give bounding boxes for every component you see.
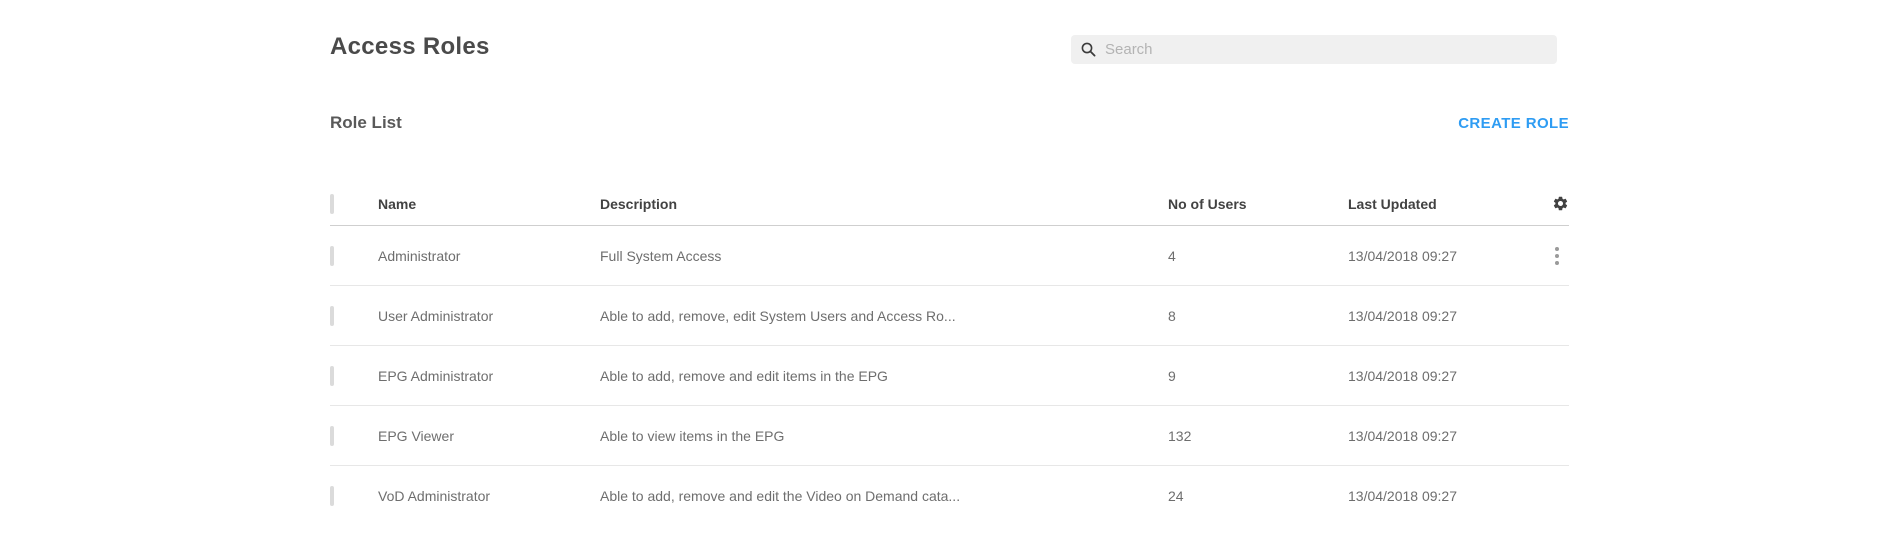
section-header: Role List CREATE ROLE <box>330 113 1569 133</box>
role-last-updated: 13/04/2018 09:27 <box>1348 428 1530 444</box>
kebab-menu-icon[interactable] <box>1549 243 1565 269</box>
table-row: EPG Viewer Able to view items in the EPG… <box>330 406 1569 466</box>
row-checkbox[interactable] <box>330 486 334 506</box>
column-settings-button[interactable] <box>1552 195 1569 212</box>
role-description: Able to add, remove, edit System Users a… <box>600 308 1168 324</box>
role-description: Full System Access <box>600 248 1168 264</box>
table-header-row: Name Description No of Users Last Update… <box>330 182 1569 226</box>
gear-icon <box>1552 195 1569 212</box>
table-row: VoD Administrator Able to add, remove an… <box>330 466 1569 526</box>
role-name: VoD Administrator <box>378 488 600 504</box>
role-name: EPG Administrator <box>378 368 600 384</box>
row-checkbox[interactable] <box>330 246 334 266</box>
table-row: User Administrator Able to add, remove, … <box>330 286 1569 346</box>
row-checkbox[interactable] <box>330 426 334 446</box>
search-box[interactable] <box>1071 35 1557 64</box>
role-description: Able to add, remove and edit items in th… <box>600 368 1168 384</box>
table-row: EPG Administrator Able to add, remove an… <box>330 346 1569 406</box>
create-role-button[interactable]: CREATE ROLE <box>1458 115 1569 132</box>
role-user-count: 24 <box>1168 488 1348 504</box>
page-title: Access Roles <box>330 33 490 61</box>
role-name: Administrator <box>378 248 600 264</box>
row-checkbox[interactable] <box>330 366 334 386</box>
table-row: Administrator Full System Access 4 13/04… <box>330 226 1569 286</box>
search-input[interactable] <box>1105 41 1547 58</box>
role-user-count: 8 <box>1168 308 1348 324</box>
role-last-updated: 13/04/2018 09:27 <box>1348 488 1530 504</box>
role-description: Able to view items in the EPG <box>600 428 1168 444</box>
role-user-count: 4 <box>1168 248 1348 264</box>
access-roles-page: Access Roles Role List CREATE ROLE Name … <box>330 0 1569 526</box>
role-name: User Administrator <box>378 308 600 324</box>
row-checkbox[interactable] <box>330 306 334 326</box>
column-header-name: Name <box>378 196 600 212</box>
column-header-users: No of Users <box>1168 196 1348 212</box>
role-last-updated: 13/04/2018 09:27 <box>1348 248 1530 264</box>
column-header-updated: Last Updated <box>1348 196 1530 212</box>
role-table: Name Description No of Users Last Update… <box>330 182 1569 526</box>
role-description: Able to add, remove and edit the Video o… <box>600 488 1168 504</box>
page-header: Access Roles <box>330 33 1569 64</box>
role-last-updated: 13/04/2018 09:27 <box>1348 368 1530 384</box>
column-header-description: Description <box>600 196 1168 212</box>
select-all-checkbox[interactable] <box>330 194 334 214</box>
section-title: Role List <box>330 113 402 133</box>
search-icon <box>1081 42 1096 57</box>
role-name: EPG Viewer <box>378 428 600 444</box>
role-user-count: 9 <box>1168 368 1348 384</box>
role-user-count: 132 <box>1168 428 1348 444</box>
table-body: Administrator Full System Access 4 13/04… <box>330 226 1569 526</box>
role-last-updated: 13/04/2018 09:27 <box>1348 308 1530 324</box>
